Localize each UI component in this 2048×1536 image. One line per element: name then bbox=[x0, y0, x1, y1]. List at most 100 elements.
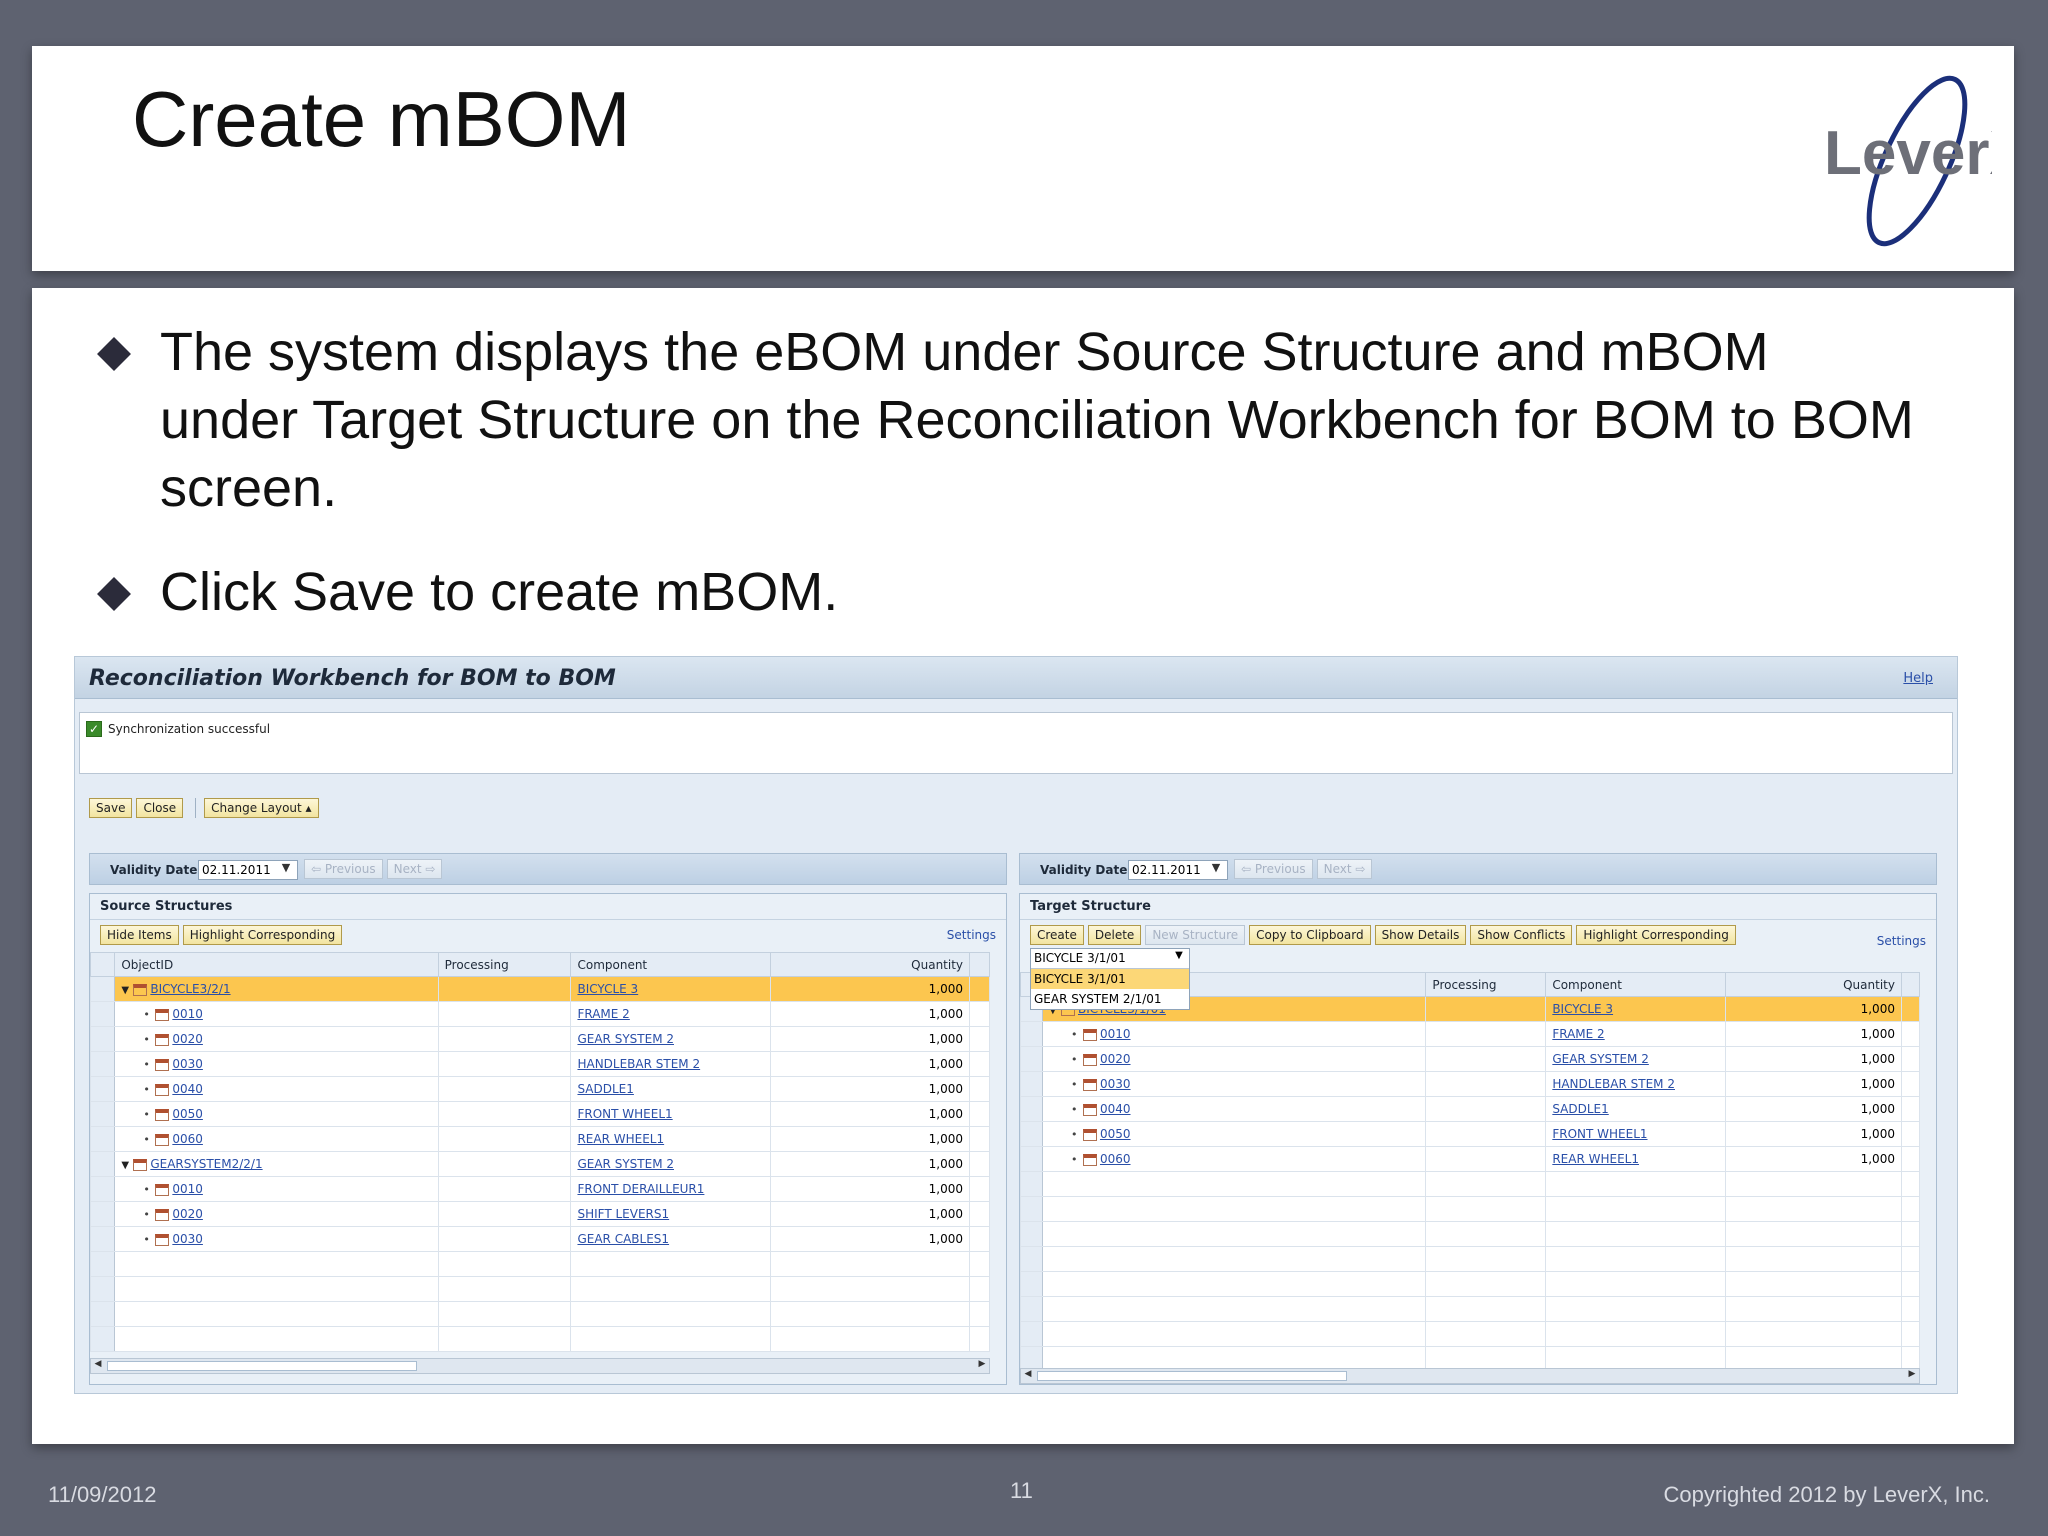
table-row[interactable]: • 0030 HANDLEBAR STEM 2 1,000 bbox=[89, 1051, 990, 1077]
table-row[interactable]: • 0050 FRONT WHEEL1 1,000 bbox=[1020, 1121, 1921, 1147]
table-row[interactable]: • 0020 SHIFT LEVERS1 1,000 bbox=[89, 1201, 990, 1227]
target-horizontal-scrollbar[interactable]: ◀ ▶ bbox=[1020, 1368, 1920, 1384]
row-selector[interactable] bbox=[1020, 1321, 1043, 1347]
table-row[interactable]: ▼ GEARSYSTEM2/2/1 GEAR SYSTEM 2 1,000 bbox=[89, 1151, 990, 1177]
object-link[interactable]: 0050 bbox=[172, 1107, 203, 1121]
next-button[interactable]: Next ⇨ bbox=[1316, 859, 1373, 879]
object-link[interactable]: 0010 bbox=[172, 1007, 203, 1021]
component-link[interactable]: FRONT WHEEL1 bbox=[577, 1107, 672, 1121]
dropdown-arrow-icon[interactable]: ▼ bbox=[1206, 861, 1226, 879]
help-link[interactable]: Help bbox=[1903, 671, 1933, 686]
object-link[interactable]: 0030 bbox=[1100, 1077, 1131, 1091]
row-selector[interactable] bbox=[1020, 1271, 1043, 1297]
component-link[interactable]: GEAR CABLES1 bbox=[577, 1232, 669, 1246]
component-link[interactable]: FRONT DERAILLEUR1 bbox=[577, 1182, 704, 1196]
new-structure-button[interactable]: New Structure bbox=[1145, 925, 1246, 945]
table-row[interactable]: • 0010 FRAME 2 1,000 bbox=[1020, 1021, 1921, 1047]
row-selector[interactable] bbox=[89, 1301, 116, 1327]
table-row[interactable]: ▼ BICYCLE3/2/1 BICYCLE 3 1,000 bbox=[89, 976, 990, 1002]
object-link[interactable]: 0040 bbox=[1100, 1102, 1131, 1116]
highlight-corresponding-button[interactable]: Highlight Corresponding bbox=[182, 925, 343, 945]
object-link[interactable]: 0030 bbox=[172, 1232, 203, 1246]
object-link[interactable]: 0060 bbox=[172, 1132, 203, 1146]
close-button[interactable]: Close bbox=[136, 798, 184, 818]
column-header[interactable]: Component bbox=[570, 952, 771, 977]
table-row[interactable]: • 0010 FRONT DERAILLEUR1 1,000 bbox=[89, 1176, 990, 1202]
row-selector[interactable] bbox=[89, 1101, 116, 1127]
table-row[interactable]: • 0030 HANDLEBAR STEM 2 1,000 bbox=[1020, 1071, 1921, 1097]
row-selector[interactable] bbox=[1020, 1046, 1043, 1072]
component-link[interactable]: SADDLE1 bbox=[1552, 1102, 1608, 1116]
row-selector[interactable] bbox=[1020, 1296, 1043, 1322]
column-header[interactable]: Quantity bbox=[769, 952, 971, 977]
row-selector[interactable] bbox=[89, 1001, 116, 1027]
scroll-right-icon[interactable]: ▶ bbox=[975, 1359, 989, 1373]
row-selector[interactable] bbox=[1020, 1146, 1043, 1172]
component-link[interactable]: SADDLE1 bbox=[577, 1082, 633, 1096]
settings-link[interactable]: Settings bbox=[1877, 934, 1926, 948]
row-selector[interactable] bbox=[1020, 1121, 1043, 1147]
table-row[interactable]: • 0060 REAR WHEEL1 1,000 bbox=[89, 1126, 990, 1152]
component-link[interactable]: FRAME 2 bbox=[1552, 1027, 1604, 1041]
table-row[interactable]: • 0060 REAR WHEEL1 1,000 bbox=[1020, 1146, 1921, 1172]
component-link[interactable]: HANDLEBAR STEM 2 bbox=[1552, 1077, 1675, 1091]
column-header[interactable]: Quantity bbox=[1725, 972, 1902, 997]
component-link[interactable]: REAR WHEEL1 bbox=[577, 1132, 664, 1146]
collapse-triangle-icon[interactable]: ▼ bbox=[121, 1160, 133, 1171]
row-selector[interactable] bbox=[89, 1026, 116, 1052]
row-selector[interactable] bbox=[89, 1251, 116, 1277]
scroll-left-icon[interactable]: ◀ bbox=[91, 1359, 105, 1373]
show-details-button[interactable]: Show Details bbox=[1374, 925, 1467, 945]
object-link[interactable]: 0010 bbox=[172, 1182, 203, 1196]
row-selector[interactable] bbox=[89, 1151, 116, 1177]
dropdown-option[interactable]: GEAR SYSTEM 2/1/01 bbox=[1031, 989, 1189, 1009]
structure-dropdown[interactable]: BICYCLE 3/1/01 ▼ BICYCLE 3/1/01 GEAR SYS… bbox=[1030, 948, 1190, 1010]
previous-button[interactable]: ⇦ Previous bbox=[304, 859, 383, 879]
row-selector[interactable] bbox=[1020, 1071, 1043, 1097]
row-selector[interactable] bbox=[89, 1326, 116, 1352]
object-link[interactable]: 0030 bbox=[172, 1057, 203, 1071]
row-selector[interactable] bbox=[89, 1126, 116, 1152]
component-link[interactable]: REAR WHEEL1 bbox=[1552, 1152, 1639, 1166]
next-button[interactable]: Next ⇨ bbox=[386, 859, 443, 879]
column-header[interactable]: ObjectID bbox=[114, 952, 439, 977]
row-selector[interactable] bbox=[1020, 1171, 1043, 1197]
object-link[interactable]: BICYCLE3/2/1 bbox=[150, 982, 230, 996]
create-button[interactable]: Create bbox=[1030, 925, 1084, 945]
previous-button[interactable]: ⇦ Previous bbox=[1234, 859, 1313, 879]
row-selector[interactable] bbox=[89, 1226, 116, 1252]
column-header[interactable]: Processing bbox=[437, 952, 572, 977]
component-link[interactable]: FRAME 2 bbox=[577, 1007, 629, 1021]
row-selector[interactable] bbox=[1020, 1221, 1043, 1247]
row-selector[interactable] bbox=[1020, 1021, 1043, 1047]
object-link[interactable]: 0060 bbox=[1100, 1152, 1131, 1166]
highlight-corresponding-button[interactable]: Highlight Corresponding bbox=[1576, 925, 1736, 945]
source-horizontal-scrollbar[interactable]: ◀ ▶ bbox=[90, 1358, 990, 1374]
row-selector[interactable] bbox=[89, 1201, 116, 1227]
show-conflicts-button[interactable]: Show Conflicts bbox=[1470, 925, 1573, 945]
component-link[interactable]: BICYCLE 3 bbox=[577, 982, 638, 996]
table-row[interactable]: • 0030 GEAR CABLES1 1,000 bbox=[89, 1226, 990, 1252]
object-link[interactable]: 0020 bbox=[1100, 1052, 1131, 1066]
component-link[interactable]: FRONT WHEEL1 bbox=[1552, 1127, 1647, 1141]
change-layout-button[interactable]: Change Layout ▴ bbox=[204, 798, 319, 818]
object-link[interactable]: 0010 bbox=[1100, 1027, 1131, 1041]
column-header[interactable]: Processing bbox=[1425, 972, 1547, 997]
table-row[interactable]: • 0040 SADDLE1 1,000 bbox=[89, 1076, 990, 1102]
table-row[interactable]: • 0050 FRONT WHEEL1 1,000 bbox=[89, 1101, 990, 1127]
delete-button[interactable]: Delete bbox=[1087, 925, 1142, 945]
object-link[interactable]: GEARSYSTEM2/2/1 bbox=[150, 1157, 262, 1171]
row-selector[interactable] bbox=[89, 1176, 116, 1202]
scroll-right-icon[interactable]: ▶ bbox=[1905, 1369, 1919, 1383]
row-selector[interactable] bbox=[1020, 1246, 1043, 1272]
settings-link[interactable]: Settings bbox=[947, 928, 996, 942]
dropdown-option[interactable]: BICYCLE 3/1/01 bbox=[1031, 969, 1189, 989]
dropdown-arrow-icon[interactable]: ▼ bbox=[276, 861, 296, 879]
object-link[interactable]: 0040 bbox=[172, 1082, 203, 1096]
component-link[interactable]: HANDLEBAR STEM 2 bbox=[577, 1057, 700, 1071]
row-selector[interactable] bbox=[1020, 1096, 1043, 1122]
column-header[interactable]: Component bbox=[1545, 972, 1727, 997]
dropdown-arrow-icon[interactable]: ▼ bbox=[1171, 950, 1187, 966]
table-row[interactable]: • 0040 SADDLE1 1,000 bbox=[1020, 1096, 1921, 1122]
object-link[interactable]: 0020 bbox=[172, 1207, 203, 1221]
